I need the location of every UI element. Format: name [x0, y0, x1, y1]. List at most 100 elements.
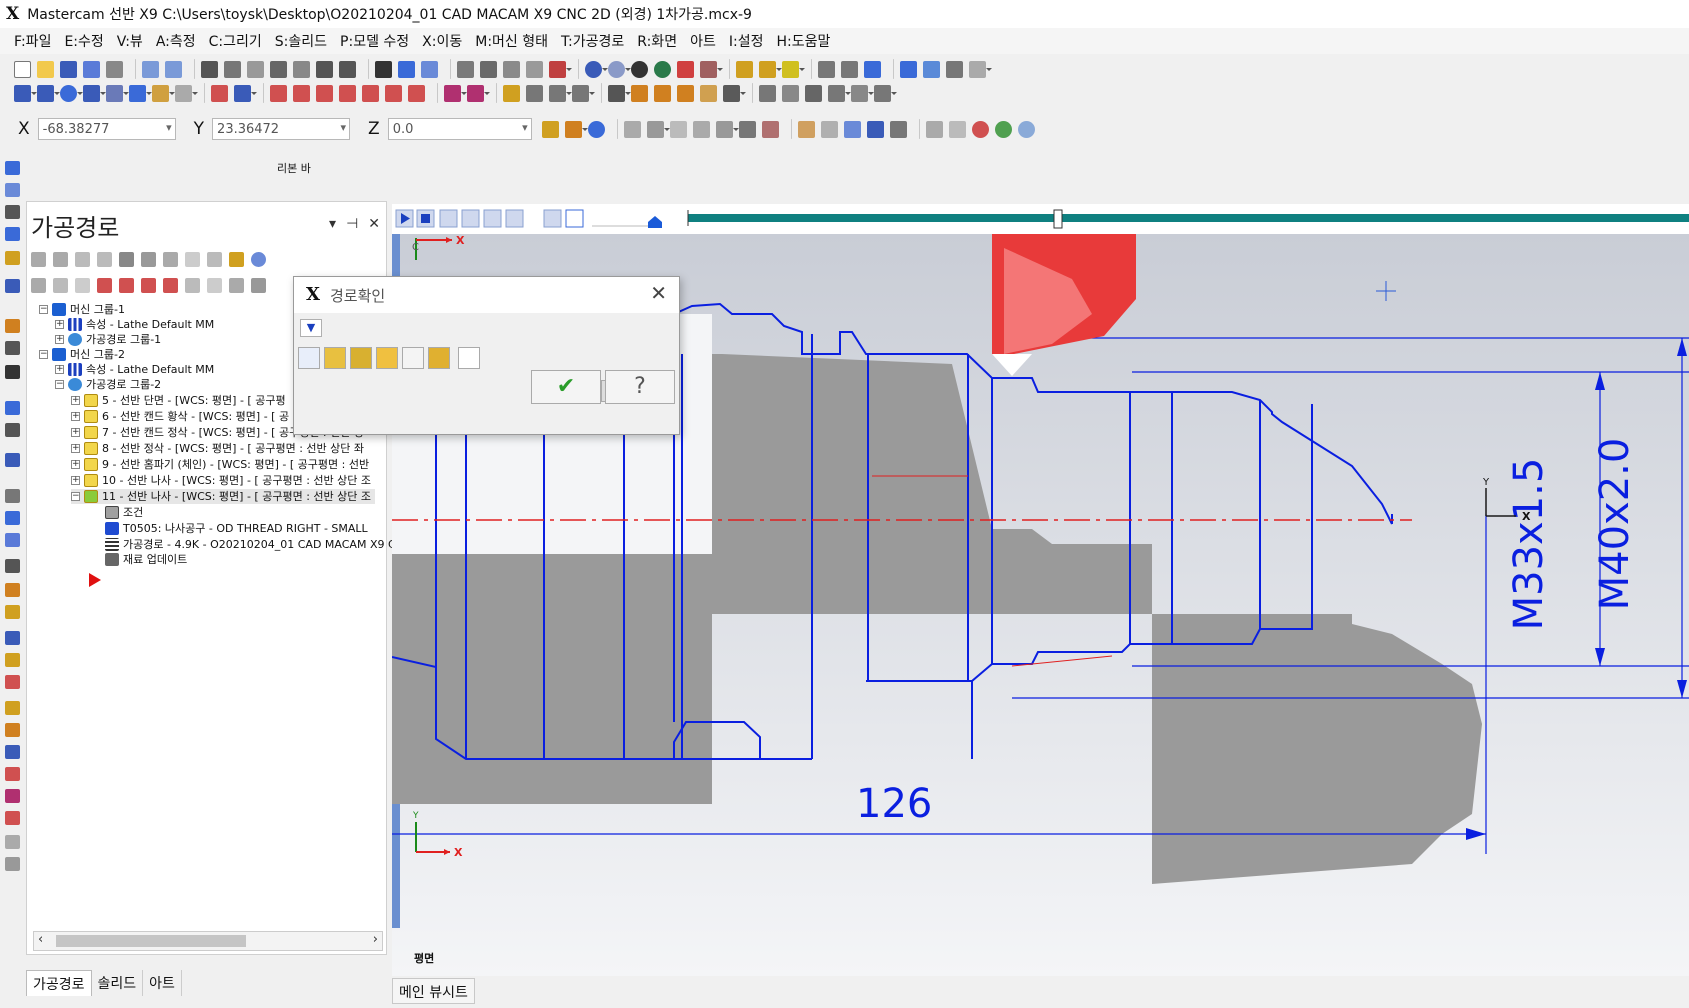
lathe-plunge-icon[interactable]	[5, 365, 20, 379]
nesting-icon[interactable]	[5, 811, 20, 825]
side-view-icon[interactable]	[503, 60, 520, 78]
lathe-cutoff-icon[interactable]	[5, 319, 20, 333]
panel-close-icon[interactable]: ✕	[368, 216, 380, 232]
width-icon[interactable]	[782, 60, 805, 78]
select-verify-icon[interactable]	[889, 120, 907, 138]
stretch-icon[interactable]	[467, 84, 490, 102]
globe-icon[interactable]	[585, 60, 608, 78]
menu-file[interactable]: F:파일	[14, 31, 51, 51]
wireframe-icon[interactable]	[631, 60, 648, 78]
progress-position-marker[interactable]	[1053, 209, 1063, 229]
windows-icon[interactable]	[969, 60, 992, 78]
level-manager-icon[interactable]	[923, 60, 940, 78]
xform-rotate-icon[interactable]	[293, 84, 310, 102]
expand-icon[interactable]: +	[71, 396, 80, 405]
save-as-icon[interactable]	[83, 60, 100, 78]
circle-icon[interactable]	[60, 84, 83, 102]
toolpath-display-icon[interactable]	[543, 209, 562, 228]
x-coord-input[interactable]	[37, 118, 176, 140]
menu-analyze[interactable]: A:측정	[156, 31, 196, 51]
select-chain-icon[interactable]	[623, 120, 641, 138]
break-icon[interactable]	[234, 84, 257, 102]
solid-sweep-icon[interactable]	[677, 84, 694, 102]
menu-solids[interactable]: S:솔리드	[275, 31, 327, 51]
z-coord-dropdown[interactable]	[387, 118, 532, 140]
xform-translate-icon[interactable]	[270, 84, 287, 102]
speed-slider-thumb[interactable]	[648, 216, 662, 228]
analyze-icon[interactable]	[818, 60, 835, 78]
select-all-ops-icon[interactable]	[31, 251, 46, 267]
cleanup-icon[interactable]	[5, 835, 20, 849]
collapse-icon[interactable]: −	[39, 350, 48, 359]
tree-item-machine-group-1[interactable]: − 머신 그룹-1	[39, 302, 125, 317]
save-icon[interactable]	[60, 60, 77, 78]
lathe-canned-icon[interactable]	[5, 341, 20, 355]
expand-icon[interactable]: +	[71, 444, 80, 453]
translucent-icon[interactable]	[677, 60, 694, 78]
misc-icon[interactable]	[5, 857, 20, 871]
select-all-icon[interactable]	[925, 120, 943, 138]
contour-icon[interactable]	[5, 701, 20, 715]
post-g1-icon[interactable]	[185, 251, 200, 267]
rewind-icon[interactable]	[439, 209, 458, 228]
zoom-window-icon[interactable]	[247, 60, 264, 78]
quick-finish-icon[interactable]	[5, 631, 20, 645]
tab-solids[interactable]: 솔리드	[92, 970, 144, 996]
x-coord-dropdown[interactable]	[37, 118, 176, 140]
steady-rest-icon[interactable]	[5, 511, 20, 525]
scroll-to-insert-icon[interactable]	[163, 277, 178, 293]
info-icon[interactable]	[458, 347, 480, 369]
expand-icon[interactable]: +	[71, 460, 80, 469]
select-body-icon[interactable]	[820, 120, 838, 138]
horizontal-dim-icon[interactable]	[549, 84, 572, 102]
shade-verify-icon[interactable]	[428, 347, 450, 369]
select-failed-ops-icon[interactable]	[53, 251, 68, 267]
spline-icon[interactable]	[129, 84, 152, 102]
zoom-in-icon[interactable]	[316, 60, 333, 78]
quick-groove-icon[interactable]	[5, 653, 20, 667]
tree-item-op-11[interactable]: −11 - 선반 나사 - [WCS: 평면] - [ 공구평면 : 선반 상단…	[71, 489, 375, 504]
stock-icon[interactable]	[828, 84, 851, 102]
grid-icon[interactable]	[864, 60, 881, 78]
drill-icon[interactable]	[5, 745, 20, 759]
panel-pin-icon[interactable]: ⊣	[346, 216, 358, 232]
file-new-icon[interactable]	[14, 60, 31, 78]
cube-icon[interactable]	[805, 84, 822, 102]
pocket-icon[interactable]	[5, 723, 20, 737]
lathe-icon[interactable]	[874, 84, 897, 102]
rotate-icon[interactable]	[375, 60, 392, 78]
xform-array-icon[interactable]	[408, 84, 425, 102]
solid-fillet-icon[interactable]	[723, 84, 746, 102]
select-window-icon[interactable]	[669, 120, 687, 138]
select-pointer-icon[interactable]	[738, 120, 756, 138]
lathe-rough-icon[interactable]	[5, 183, 20, 197]
iso-view-icon[interactable]	[526, 60, 543, 78]
menu-art[interactable]: 아트	[690, 31, 716, 51]
zoom-fit-icon[interactable]	[201, 60, 218, 78]
color-icon[interactable]	[736, 60, 753, 78]
shading-icon[interactable]	[654, 60, 671, 78]
scroll-left-icon[interactable]: ‹	[38, 932, 43, 947]
select-solid-icon[interactable]	[761, 120, 779, 138]
tree-item-op-10[interactable]: +10 - 선반 나사 - [WCS: 평면] - [ 공구평면 : 선반 상단…	[71, 473, 371, 488]
vertical-dim-icon[interactable]	[572, 84, 595, 102]
y-coord-input[interactable]	[212, 118, 351, 140]
progress-track[interactable]	[688, 214, 1689, 222]
display-tool-icon[interactable]	[324, 347, 346, 369]
undo-icon[interactable]	[142, 60, 159, 78]
select-only-icon[interactable]	[948, 120, 966, 138]
menu-help[interactable]: H:도움말	[776, 31, 830, 51]
grid-dropdown-icon[interactable]	[851, 84, 874, 102]
zoom-out-icon[interactable]	[339, 60, 356, 78]
help-icon[interactable]	[587, 120, 605, 138]
lathe-drill-icon[interactable]	[5, 227, 20, 241]
trim-icon[interactable]	[211, 84, 228, 102]
expand-icon[interactable]: +	[71, 476, 80, 485]
tree-item-toolpath-group-1[interactable]: + 가공경로 그룹-1	[55, 332, 161, 347]
step-back-icon[interactable]	[461, 209, 480, 228]
tree-horizontal-scrollbar[interactable]: ‹ ›	[33, 931, 383, 951]
tree-item-op-6[interactable]: +6 - 선반 캔드 황삭 - [WCS: 평면] - [ 공	[71, 409, 289, 424]
expand-icon[interactable]: +	[55, 365, 64, 374]
lathe-thread-icon[interactable]	[5, 279, 20, 293]
note-icon[interactable]	[503, 84, 520, 102]
